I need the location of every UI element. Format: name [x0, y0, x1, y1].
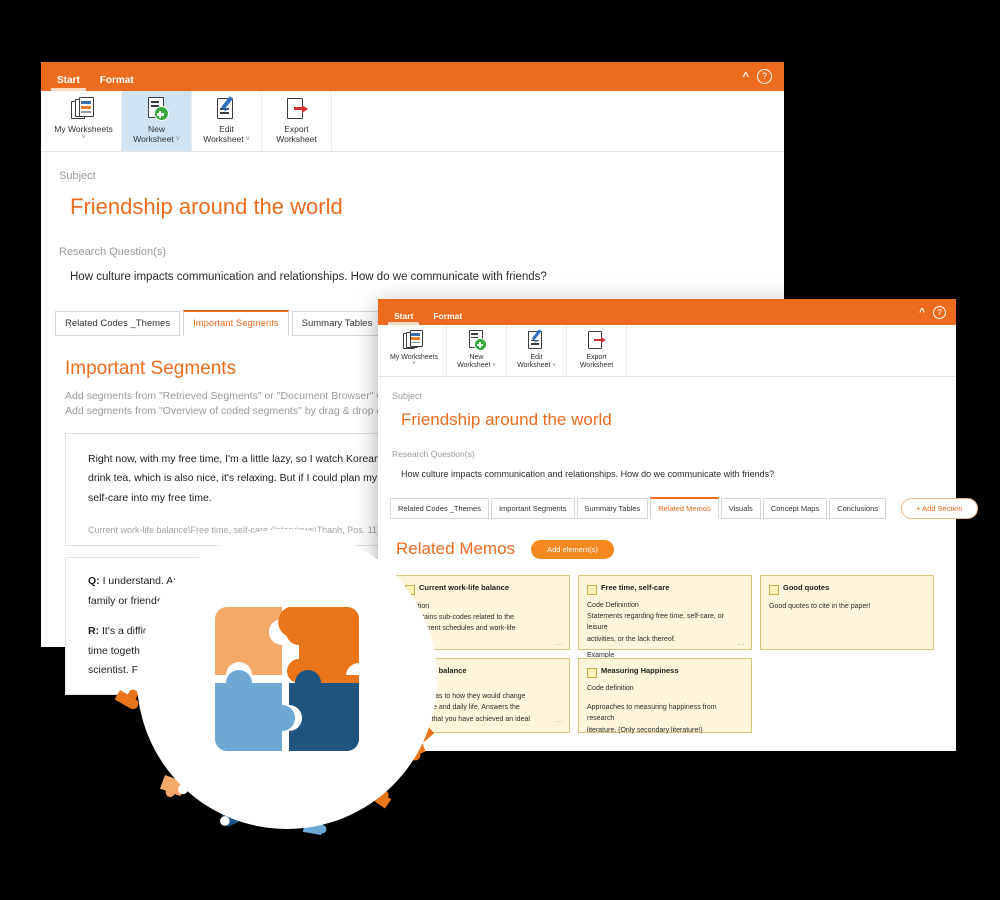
- my-worksheets-icon: [402, 330, 426, 351]
- segment-r-label: R:: [88, 625, 100, 638]
- add-elements-button[interactable]: Add element(s): [531, 539, 614, 559]
- memo-body-line: Statements regarding free time, self-car…: [587, 613, 724, 632]
- ribbon-tab-start[interactable]: Start: [384, 307, 423, 325]
- export-worksheet-button[interactable]: Export Worksheet: [567, 325, 627, 376]
- edit-worksheet-button[interactable]: Edit Worksheet ˅: [507, 325, 567, 376]
- my-worksheets-caret-icon[interactable]: ˅: [81, 134, 85, 141]
- front-window-titlebar: Start Format ^ ?: [378, 299, 956, 325]
- tab-related-memos[interactable]: Related Memos: [650, 497, 719, 519]
- export-worksheet-icon: [586, 330, 607, 351]
- new-worksheet-label-line1: New: [469, 354, 484, 361]
- memo-title: Current work-life balance: [419, 583, 510, 592]
- puzzle-logo: [215, 607, 359, 751]
- segment-q-label: Q:: [88, 575, 100, 588]
- export-worksheet-button[interactable]: Export Worksheet: [262, 91, 332, 151]
- memo-body: Code definition: [587, 683, 743, 694]
- my-worksheets-button[interactable]: My Worksheets ˅: [382, 325, 447, 376]
- research-question-value[interactable]: How culture impacts communication and re…: [70, 271, 784, 283]
- tab-related-codes-themes[interactable]: Related Codes _Themes: [390, 498, 489, 519]
- front-window-ribbon: My Worksheets ˅ New Worksheet ˅ Edit Wor…: [378, 325, 956, 377]
- edit-worksheet-icon: [215, 96, 239, 121]
- research-question-value[interactable]: How culture impacts communication and re…: [401, 469, 956, 479]
- tab-important-segments[interactable]: Important Segments: [490, 498, 575, 519]
- tab-related-codes-themes[interactable]: Related Codes _Themes: [55, 311, 181, 336]
- my-worksheets-caret-icon[interactable]: ˅: [412, 361, 416, 367]
- front-window-body: Subject Friendship around the world Rese…: [378, 377, 978, 736]
- memo-card[interactable]: Good quotes Good quotes to cite in the p…: [760, 575, 934, 650]
- my-worksheets-button[interactable]: My Worksheets ˅: [46, 91, 122, 151]
- tab-important-segments[interactable]: Important Segments: [183, 310, 289, 336]
- memo-title: Free time, self-care: [601, 583, 670, 592]
- memo-body-line: activities, or the lack thereof.: [587, 635, 676, 643]
- memo-color-swatch: [769, 585, 779, 595]
- edit-worksheet-label-line2: Worksheet: [203, 133, 244, 144]
- memo-body: Approaches to measuring happiness from r…: [587, 702, 743, 736]
- back-window-titlebar: Start Format ^ ?: [41, 62, 784, 91]
- edit-worksheet-label-line2: Worksheet: [517, 362, 551, 370]
- ribbon-tab-format[interactable]: Format: [90, 71, 144, 91]
- memo-body-line: Code Definintion: [587, 602, 639, 609]
- memo-color-swatch: [587, 585, 597, 595]
- subject-value[interactable]: Friendship around the world: [401, 410, 956, 430]
- research-question-label: Research Question(s): [392, 449, 475, 459]
- ribbon-tab-format[interactable]: Format: [423, 307, 472, 325]
- front-window-section-tabs[interactable]: Related Codes _Themes Important Segments…: [390, 497, 978, 519]
- export-worksheet-label-line2: Worksheet: [579, 362, 614, 370]
- memo-more-icon[interactable]: …: [737, 638, 745, 647]
- research-question-label: Research Question(s): [59, 246, 166, 258]
- memo-body: Code Definintion Statements regarding fr…: [587, 600, 743, 645]
- memo-card[interactable]: Free time, self-care Code Definintion St…: [578, 575, 752, 659]
- chevron-up-icon[interactable]: ^: [743, 71, 749, 83]
- ribbon-tab-start[interactable]: Start: [47, 71, 90, 91]
- memo-body: Good quotes to cite in the paper!: [769, 603, 871, 610]
- export-worksheet-label-line2: Worksheet: [276, 133, 317, 144]
- edit-worksheet-caret-icon[interactable]: ˅: [552, 363, 556, 369]
- puzzle-piece-bottom-left: [215, 670, 295, 751]
- memo-body-line: Code definition: [587, 685, 634, 692]
- tab-concept-maps[interactable]: Concept Maps: [762, 498, 828, 519]
- help-icon[interactable]: ?: [757, 69, 772, 84]
- new-worksheet-button[interactable]: New Worksheet ˅: [122, 91, 192, 151]
- memo-body-line: literature. (Only secondary literature!): [587, 726, 703, 734]
- memo-color-swatch: [587, 668, 597, 678]
- tab-summary-tables[interactable]: Summary Tables: [576, 498, 649, 519]
- export-worksheet-label-line1: Export: [586, 354, 607, 361]
- edit-worksheet-label-line1: Edit: [530, 354, 543, 361]
- memo-card[interactable]: Measuring Happiness Code definition Appr…: [578, 658, 752, 736]
- help-icon[interactable]: ?: [933, 306, 946, 319]
- memo-grid: Current work-life balance efinition e co…: [396, 575, 956, 736]
- new-worksheet-label-line2: Worksheet: [457, 362, 491, 370]
- chevron-up-icon[interactable]: ^: [919, 307, 925, 318]
- new-worksheet-button[interactable]: New Worksheet ˅: [447, 325, 507, 376]
- front-worksheet-window[interactable]: Start Format ^ ? My Worksheets ˅ New Wor…: [378, 299, 978, 751]
- tab-visuals[interactable]: Visuals: [720, 498, 761, 519]
- add-section-button[interactable]: + Add Section: [901, 498, 978, 519]
- back-window-ribbon: My Worksheets ˅ New Worksheet ˅ Edit Wor…: [41, 91, 784, 152]
- memo-title: Good quotes: [783, 583, 830, 592]
- new-worksheet-icon: [466, 330, 487, 351]
- my-worksheets-icon: [70, 97, 97, 121]
- memo-more-icon[interactable]: …: [555, 715, 563, 724]
- subject-label: Subject: [392, 391, 423, 401]
- screenshot-stage: Start Format ^ ? My Worksheets ˅ New Wor…: [0, 0, 1000, 900]
- subject-label: Subject: [59, 170, 96, 182]
- edit-worksheet-button[interactable]: Edit Worksheet ˅: [192, 91, 262, 151]
- memo-more-icon[interactable]: …: [555, 638, 563, 647]
- tab-conclusions[interactable]: Conclusions: [829, 498, 887, 519]
- new-worksheet-label-line2: Worksheet: [133, 133, 174, 144]
- export-worksheet-icon: [285, 97, 309, 121]
- front-section-title: Related Memos: [396, 539, 516, 558]
- puzzle-piece-top-left: [215, 607, 282, 675]
- edit-worksheet-icon: [526, 329, 547, 351]
- subject-value[interactable]: Friendship around the world: [70, 194, 784, 220]
- tab-summary-tables[interactable]: Summary Tables: [291, 311, 383, 336]
- new-worksheet-caret-icon[interactable]: ˅: [492, 363, 496, 369]
- memo-body-line: Approaches to measuring happiness from r…: [587, 704, 717, 723]
- new-worksheet-caret-icon[interactable]: ˅: [176, 136, 180, 143]
- new-worksheet-icon: [145, 97, 169, 121]
- memo-title: Measuring Happiness: [601, 666, 679, 675]
- memo-title: k-life balance: [419, 666, 467, 675]
- edit-worksheet-caret-icon[interactable]: ˅: [246, 136, 250, 143]
